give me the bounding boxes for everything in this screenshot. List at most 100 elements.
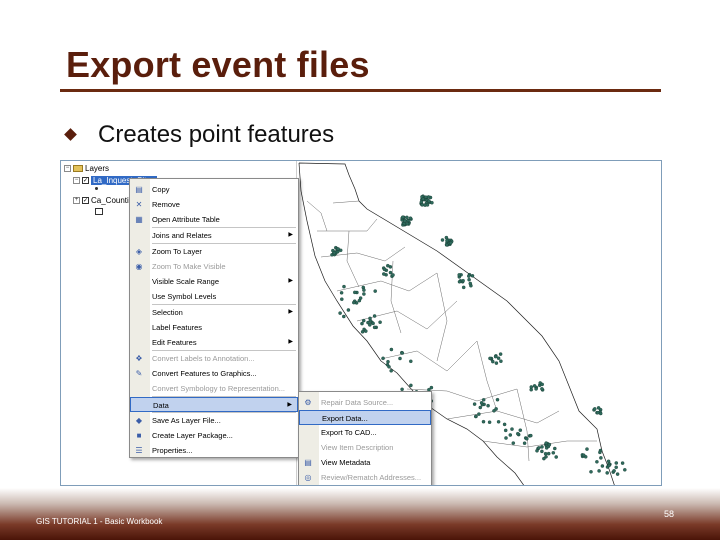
event-point bbox=[398, 356, 402, 361]
event-point bbox=[389, 347, 394, 352]
event-point bbox=[429, 385, 434, 390]
submenu-item-export-to-cad[interactable]: Export To CAD... bbox=[299, 425, 431, 440]
menu-item-copy[interactable]: ▤ Copy bbox=[130, 182, 298, 197]
menu-item-properties[interactable]: ☰ Properties... bbox=[130, 443, 298, 458]
event-point bbox=[504, 436, 508, 440]
event-point bbox=[605, 471, 609, 475]
event-point bbox=[581, 453, 586, 457]
menu-item-convert-features-to-graphics[interactable]: ✎ Convert Features to Graphics... bbox=[130, 366, 298, 381]
submenu-item-label: Export To CAD... bbox=[321, 428, 377, 437]
checkbox-icon[interactable]: ✓ bbox=[82, 197, 89, 204]
event-point bbox=[493, 354, 498, 359]
event-point bbox=[535, 449, 539, 453]
menu-item-visible-scale-range[interactable]: Visible Scale Range ▶ bbox=[130, 274, 298, 289]
event-point bbox=[599, 456, 603, 460]
toc-root-row[interactable]: − Layers bbox=[64, 164, 109, 173]
menu-item-remove[interactable]: ✕ Remove bbox=[130, 197, 298, 212]
event-point bbox=[606, 459, 611, 464]
event-point bbox=[461, 285, 466, 290]
event-point bbox=[340, 297, 344, 301]
menu-item-label-features[interactable]: Label Features bbox=[130, 320, 298, 335]
menu-item-save-as-layer-file[interactable]: ◆ Save As Layer File... bbox=[130, 413, 298, 428]
event-point bbox=[360, 330, 365, 334]
event-point bbox=[498, 352, 503, 356]
toc-layer-row-counties[interactable]: + ✓ Ca_Counties bbox=[73, 196, 137, 205]
event-point bbox=[478, 405, 483, 410]
event-point bbox=[440, 238, 445, 242]
toc-root-label: Layers bbox=[85, 164, 110, 173]
menu-item-zoom-to-layer[interactable]: ◈ Zoom To Layer bbox=[130, 244, 298, 259]
menu-item-create-layer-package[interactable]: ■ Create Layer Package... bbox=[130, 428, 298, 443]
event-point bbox=[457, 273, 461, 277]
menu-item-label: Selection bbox=[152, 308, 183, 317]
event-point bbox=[597, 469, 601, 473]
event-point bbox=[372, 325, 377, 330]
submenu-item-view-metadata[interactable]: ▤ View Metadata bbox=[299, 455, 431, 470]
event-point bbox=[360, 321, 364, 326]
menu-item-zoom-to-make-visible[interactable]: ◉ Zoom To Make Visible bbox=[130, 259, 298, 274]
event-point bbox=[598, 450, 602, 455]
plus-box-icon[interactable]: + bbox=[73, 197, 80, 204]
menu-item-edit-features[interactable]: Edit Features ▶ bbox=[130, 335, 298, 350]
event-point bbox=[494, 407, 498, 411]
event-point bbox=[401, 215, 405, 219]
event-point bbox=[598, 411, 603, 416]
event-point bbox=[445, 238, 449, 243]
event-point bbox=[444, 243, 449, 247]
submenu-item-label: Review/Rematch Addresses... bbox=[321, 473, 422, 482]
event-point bbox=[362, 292, 366, 296]
event-point bbox=[540, 382, 544, 387]
event-point bbox=[368, 316, 372, 321]
event-point bbox=[481, 398, 486, 402]
menu-item-joins-and-relates[interactable]: Joins and Relates ▶ bbox=[130, 228, 298, 243]
copy-icon: ▤ bbox=[135, 185, 143, 194]
event-point bbox=[607, 463, 611, 468]
event-point bbox=[400, 351, 405, 355]
menu-item-convert-symbology-to-representation[interactable]: Convert Symbology to Representation... bbox=[130, 381, 298, 396]
event-point bbox=[553, 446, 557, 451]
event-point bbox=[551, 451, 556, 455]
submenu-item-repair-data-source[interactable]: ⚙ Repair Data Source... bbox=[299, 395, 431, 410]
event-point bbox=[595, 460, 599, 464]
event-point bbox=[420, 203, 425, 207]
minus-box-icon[interactable]: − bbox=[64, 165, 71, 172]
menu-item-selection[interactable]: Selection ▶ bbox=[130, 305, 298, 320]
minus-box-icon[interactable]: − bbox=[73, 177, 80, 184]
event-point bbox=[614, 461, 619, 465]
menu-item-convert-labels-to-annotation[interactable]: ❖ Convert Labels to Annotation... bbox=[130, 351, 298, 366]
event-point bbox=[372, 314, 377, 318]
event-point bbox=[409, 383, 413, 388]
menu-item-label: Convert Features to Graphics... bbox=[152, 369, 257, 378]
menu-item-label: Convert Labels to Annotation... bbox=[152, 354, 255, 363]
menu-item-label: Convert Symbology to Representation... bbox=[152, 384, 285, 393]
event-point bbox=[346, 308, 351, 312]
slide-title: Export event files bbox=[66, 44, 370, 85]
event-point bbox=[378, 320, 382, 324]
page-number: 58 bbox=[664, 509, 675, 519]
event-point bbox=[540, 449, 544, 454]
point-symbol-icon bbox=[95, 187, 98, 190]
event-point bbox=[364, 329, 368, 333]
event-point bbox=[342, 284, 346, 289]
menu-item-data[interactable]: Data ▶ bbox=[130, 397, 298, 412]
submenu-arrow-icon: ▶ bbox=[288, 232, 293, 238]
layer-context-menu: ▤ Copy ✕ Remove ▦ Open Attribute Table Joins a… bbox=[129, 178, 299, 458]
event-point bbox=[543, 451, 548, 456]
submenu-item-review-rematch-addresses[interactable]: ◎ Review/Rematch Addresses... bbox=[299, 470, 431, 485]
submenu-item-view-item-description[interactable]: View Item Description bbox=[299, 440, 431, 455]
event-point bbox=[508, 433, 513, 437]
event-point bbox=[361, 318, 366, 323]
submenu-item-export-data[interactable]: Export Data... bbox=[299, 410, 431, 425]
menu-item-open-attribute-table[interactable]: ▦ Open Attribute Table bbox=[130, 212, 298, 227]
event-point bbox=[487, 420, 492, 424]
submenu-item-label: View Item Description bbox=[321, 443, 394, 452]
event-point bbox=[502, 422, 507, 427]
event-point bbox=[387, 365, 391, 369]
menu-item-use-symbol-levels[interactable]: Use Symbol Levels bbox=[130, 289, 298, 304]
checkbox-icon[interactable]: ✓ bbox=[82, 177, 89, 184]
event-point bbox=[522, 441, 527, 445]
menu-item-label: Remove bbox=[152, 200, 180, 209]
submenu-arrow-icon: ▶ bbox=[288, 339, 293, 345]
menu-item-label: Save As Layer File... bbox=[152, 416, 221, 425]
event-point bbox=[542, 456, 546, 461]
